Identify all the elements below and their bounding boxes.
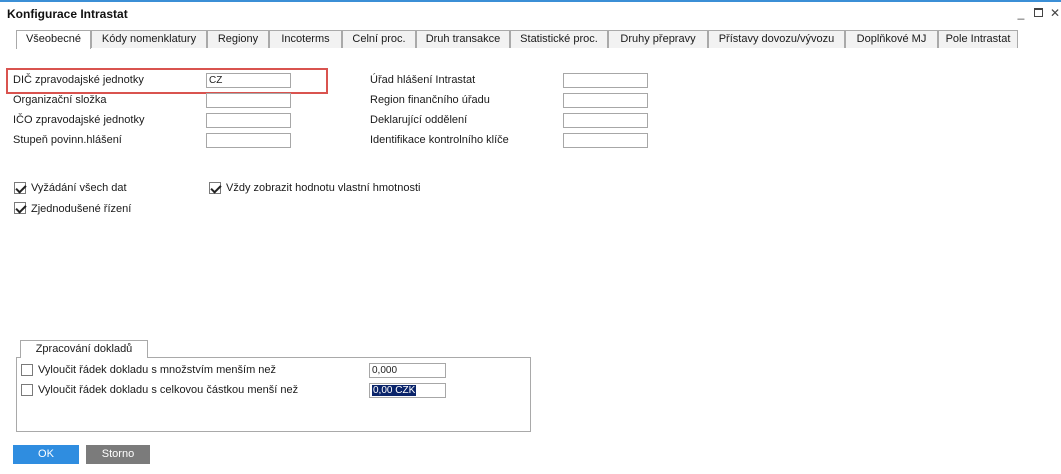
vyzadani-label: Vyžádání všech dat xyxy=(31,182,127,194)
tab-zpracovani-dokladu[interactable]: Zpracování dokladů xyxy=(20,340,148,358)
urad-field[interactable] xyxy=(563,73,648,88)
exclude-quantity-field[interactable]: 0,000 xyxy=(369,363,446,378)
close-icon[interactable]: ✕ xyxy=(1048,6,1061,20)
hmotnost-label: Vždy zobrazit hodnotu vlastní hmotnosti xyxy=(226,182,421,194)
exclude-amount-checkbox[interactable] xyxy=(21,384,33,396)
identifikace-field[interactable] xyxy=(563,133,648,148)
ok-button[interactable]: OK xyxy=(13,445,79,464)
stupen-label: Stupeň povinn.hlášení xyxy=(13,134,122,146)
hmotnost-checkbox[interactable] xyxy=(209,182,221,194)
identifikace-label: Identifikace kontrolního klíče xyxy=(370,134,509,146)
window-title: Konfigurace Intrastat xyxy=(7,7,128,21)
dic-field[interactable]: CZ xyxy=(206,73,291,88)
region-label: Region finančního úřadu xyxy=(370,94,490,106)
dic-label: DIČ zpravodajské jednotky xyxy=(13,74,144,86)
region-field[interactable] xyxy=(563,93,648,108)
exclude-amount-value: 0,00 CZK xyxy=(372,385,417,396)
ico-field[interactable] xyxy=(206,113,291,128)
tab-kody-nomenklatury[interactable]: Kódy nomenklatury xyxy=(91,30,207,48)
tab-druhy-prepravy[interactable]: Druhy přepravy xyxy=(608,30,708,48)
deklarujici-field[interactable] xyxy=(563,113,648,128)
deklarujici-label: Deklarující oddělení xyxy=(370,114,468,126)
title-bar: Konfigurace Intrastat _ ✕ xyxy=(0,2,1061,24)
exclude-quantity-checkbox[interactable] xyxy=(21,364,33,376)
tab-doplnkove-mj[interactable]: Doplňkové MJ xyxy=(845,30,938,48)
exclude-amount-field[interactable]: 0,00 CZK xyxy=(369,383,446,398)
zjednodusene-label: Zjednodušené řízení xyxy=(31,203,132,215)
urad-label: Úřad hlášení Intrastat xyxy=(370,74,476,86)
zjednodusene-checkbox[interactable] xyxy=(14,202,26,214)
exclude-amount-label: Vyloučit řádek dokladu s celkovou částko… xyxy=(38,384,299,396)
tab-pristavy[interactable]: Přístavy dovozu/vývozu xyxy=(708,30,845,48)
tab-pole-intrastat[interactable]: Pole Intrastat xyxy=(938,30,1018,48)
tab-celni-proc[interactable]: Celní proc. xyxy=(342,30,416,48)
tab-statisticke-proc[interactable]: Statistické proc. xyxy=(510,30,608,48)
exclude-quantity-label: Vyloučit řádek dokladu s množstvím menší… xyxy=(38,364,277,376)
stupen-field[interactable] xyxy=(206,133,291,148)
minimize-icon[interactable]: _ xyxy=(1014,6,1028,20)
tab-druh-transakce[interactable]: Druh transakce xyxy=(416,30,510,48)
tab-regiony[interactable]: Regiony xyxy=(207,30,269,48)
org-slozka-label: Organizační složka xyxy=(13,94,107,106)
tab-vseobecne[interactable]: Všeobecné xyxy=(16,30,91,49)
org-slozka-field[interactable] xyxy=(206,93,291,108)
vyzadani-checkbox[interactable] xyxy=(14,182,26,194)
cancel-button[interactable]: Storno xyxy=(86,445,150,464)
maximize-icon[interactable] xyxy=(1031,6,1045,20)
ico-label: IČO zpravodajské jednotky xyxy=(13,114,145,126)
tab-incoterms[interactable]: Incoterms xyxy=(269,30,342,48)
